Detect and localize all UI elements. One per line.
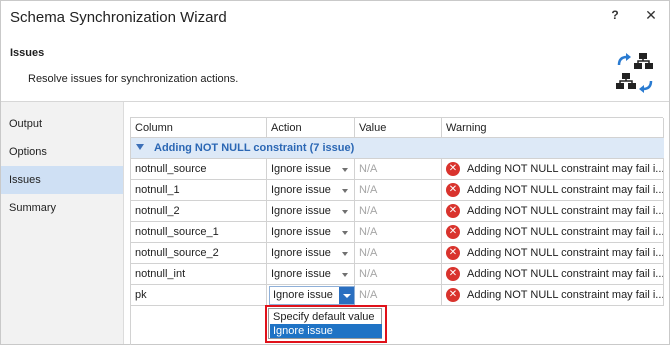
- error-icon: ✕: [446, 204, 460, 218]
- option-ignore-issue[interactable]: Ignore issue: [270, 324, 382, 338]
- schema-sync-icon: [616, 53, 653, 93]
- column-header-warning[interactable]: Warning: [442, 118, 664, 138]
- warning-cell: ✕ Adding NOT NULL constraint may fail i..…: [442, 201, 664, 222]
- dropdown-button[interactable]: [339, 287, 354, 304]
- action-value: Ignore issue: [271, 163, 331, 175]
- action-dropdown-value: Ignore issue: [273, 289, 333, 301]
- warning-text: Adding NOT NULL constraint may fail i...: [467, 268, 664, 280]
- column-header-column[interactable]: Column: [131, 118, 267, 138]
- column-name-cell: notnull_1: [131, 180, 267, 201]
- window-title: Schema Synchronization Wizard: [10, 9, 227, 26]
- table-row[interactable]: notnull_int Ignore issue N/A ✕ Adding NOT…: [131, 264, 664, 285]
- dropdown-arrow-icon[interactable]: [342, 210, 348, 214]
- dropdown-arrow-icon[interactable]: [342, 273, 348, 277]
- action-cell[interactable]: Ignore issue: [267, 159, 355, 180]
- table-row[interactable]: notnull_source Ignore issue N/A ✕ Adding …: [131, 159, 664, 180]
- issues-grid: Column Action Value Warning Adding NOT N…: [130, 117, 664, 345]
- wizard-sidebar: Output Options Issues Summary: [1, 102, 124, 344]
- warning-text: Adding NOT NULL constraint may fail i...: [467, 226, 664, 238]
- sidebar-item-issues[interactable]: Issues: [1, 166, 123, 194]
- action-cell[interactable]: Ignore issue: [267, 243, 355, 264]
- column-name-cell: notnull_source: [131, 159, 267, 180]
- collapse-arrow-icon[interactable]: [136, 144, 144, 150]
- warning-text: Adding NOT NULL constraint may fail i...: [467, 247, 664, 259]
- action-cell[interactable]: Ignore issue: [267, 180, 355, 201]
- warning-text: Adding NOT NULL constraint may fail i...: [467, 184, 664, 196]
- table-row[interactable]: pk N/A ✕ Adding NOT NULL constraint may f…: [131, 285, 664, 306]
- action-value: Ignore issue: [271, 268, 331, 280]
- action-cell[interactable]: Ignore issue: [267, 264, 355, 285]
- warning-cell: ✕ Adding NOT NULL constraint may fail i..…: [442, 180, 664, 201]
- warning-text: Adding NOT NULL constraint may fail i...: [467, 163, 664, 175]
- warning-cell: ✕ Adding NOT NULL constraint may fail i..…: [442, 222, 664, 243]
- value-cell: N/A: [355, 180, 442, 201]
- option-specify-default-value[interactable]: Specify default value: [270, 310, 382, 324]
- warning-cell: ✕ Adding NOT NULL constraint may fail i..…: [442, 243, 664, 264]
- dropdown-arrow-icon[interactable]: [342, 189, 348, 193]
- table-row[interactable]: notnull_source_1 Ignore issue N/A ✕ Addin…: [131, 222, 664, 243]
- action-value: Ignore issue: [271, 184, 331, 196]
- column-name-cell: pk: [131, 285, 267, 306]
- value-cell: N/A: [355, 285, 442, 306]
- table-row[interactable]: notnull_1 Ignore issue N/A ✕ Adding NOT N…: [131, 180, 664, 201]
- wizard-window: Schema Synchronization Wizard ? ✕ Issues…: [0, 0, 670, 345]
- error-icon: ✕: [446, 225, 460, 239]
- action-dropdown-list: Specify default value Ignore issue: [268, 308, 382, 339]
- page-title: Issues: [10, 47, 45, 59]
- table-row[interactable]: notnull_source_2 Ignore issue N/A ✕ Addin…: [131, 243, 664, 264]
- value-cell: N/A: [355, 243, 442, 264]
- dropdown-arrow-icon[interactable]: [342, 252, 348, 256]
- value-cell: N/A: [355, 159, 442, 180]
- value-cell: N/A: [355, 201, 442, 222]
- dropdown-arrow-icon[interactable]: [342, 231, 348, 235]
- column-name-cell: notnull_source_2: [131, 243, 267, 264]
- action-cell[interactable]: Ignore issue: [267, 222, 355, 243]
- error-icon: ✕: [446, 288, 460, 302]
- warning-text: Adding NOT NULL constraint may fail i...: [467, 205, 664, 217]
- close-button[interactable]: ✕: [637, 3, 665, 27]
- grid-header: Column Action Value Warning: [131, 118, 664, 138]
- sidebar-item-summary[interactable]: Summary: [1, 194, 123, 222]
- error-icon: ✕: [446, 246, 460, 260]
- wizard-header: Issues Resolve issues for synchronizatio…: [1, 35, 669, 101]
- warning-cell: ✕ Adding NOT NULL constraint may fail i..…: [442, 159, 664, 180]
- group-label: Adding NOT NULL constraint (7 issue): [154, 142, 355, 154]
- group-row[interactable]: Adding NOT NULL constraint (7 issue): [131, 138, 664, 159]
- dropdown-arrow-icon[interactable]: [342, 168, 348, 172]
- table-row[interactable]: notnull_2 Ignore issue N/A ✕ Adding NOT N…: [131, 201, 664, 222]
- help-button[interactable]: ?: [601, 3, 629, 27]
- error-icon: ✕: [446, 183, 460, 197]
- sidebar-item-options[interactable]: Options: [1, 138, 123, 166]
- error-icon: ✕: [446, 267, 460, 281]
- action-cell[interactable]: Ignore issue: [267, 201, 355, 222]
- warning-text: Adding NOT NULL constraint may fail i...: [467, 289, 664, 301]
- action-value: Ignore issue: [271, 205, 331, 217]
- value-cell: N/A: [355, 222, 442, 243]
- title-bar: Schema Synchronization Wizard ? ✕: [1, 1, 669, 35]
- warning-cell: ✕ Adding NOT NULL constraint may fail i..…: [442, 285, 664, 306]
- column-name-cell: notnull_int: [131, 264, 267, 285]
- sidebar-item-output[interactable]: Output: [1, 110, 123, 138]
- column-name-cell: notnull_2: [131, 201, 267, 222]
- action-value: Ignore issue: [271, 226, 331, 238]
- column-header-value[interactable]: Value: [355, 118, 442, 138]
- action-value: Ignore issue: [271, 247, 331, 259]
- column-name-cell: notnull_source_1: [131, 222, 267, 243]
- action-dropdown-editor[interactable]: Ignore issue: [269, 286, 355, 305]
- value-cell: N/A: [355, 264, 442, 285]
- page-description: Resolve issues for synchronization actio…: [28, 73, 239, 85]
- warning-cell: ✕ Adding NOT NULL constraint may fail i..…: [442, 264, 664, 285]
- error-icon: ✕: [446, 162, 460, 176]
- column-header-action[interactable]: Action: [267, 118, 355, 138]
